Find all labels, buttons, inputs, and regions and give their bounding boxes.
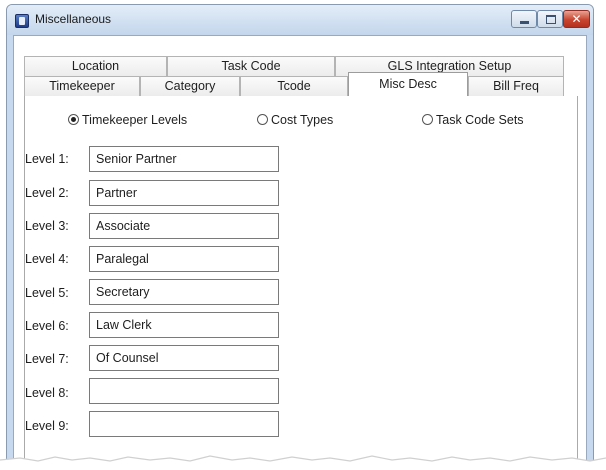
level-6-label: Level 6: — [25, 319, 69, 333]
level-8-label: Level 8: — [25, 386, 69, 400]
level-8-input[interactable] — [89, 378, 279, 404]
tab-timekeeper[interactable]: Timekeeper — [24, 76, 140, 96]
level-2-input[interactable]: Partner — [89, 180, 279, 206]
level-6-input[interactable]: Law Clerk — [89, 312, 279, 338]
level-4-label: Level 4: — [25, 252, 69, 266]
radio-timekeeper-levels[interactable]: Timekeeper Levels — [68, 112, 218, 128]
level-1-input[interactable]: Senior Partner — [89, 146, 279, 172]
tab-bill-freq[interactable]: Bill Freq — [468, 76, 564, 96]
tab-misc-desc[interactable]: Misc Desc — [348, 72, 468, 96]
level-1-label: Level 1: — [25, 152, 69, 166]
level-7-label: Level 7: — [25, 352, 69, 366]
level-7-input[interactable]: Of Counsel — [89, 345, 279, 371]
tab-location[interactable]: Location — [24, 56, 167, 76]
level-3-label: Level 3: — [25, 219, 69, 233]
level-4-input[interactable]: Paralegal — [89, 246, 279, 272]
level-9-input[interactable] — [89, 411, 279, 437]
radio-label: Timekeeper Levels — [82, 113, 188, 127]
level-2-label: Level 2: — [25, 186, 69, 200]
radio-label: Task Code Sets — [436, 113, 524, 127]
radio-task-code-sets[interactable]: Task Code Sets — [422, 112, 542, 128]
level-5-input[interactable]: Secretary — [89, 279, 279, 305]
radio-label: Cost Types — [271, 113, 334, 127]
level-5-label: Level 5: — [25, 286, 69, 300]
level-9-label: Level 9: — [25, 419, 69, 433]
level-3-input[interactable]: Associate — [89, 213, 279, 239]
radio-cost-types[interactable]: Cost Types — [257, 112, 357, 128]
torn-edge-decoration — [0, 455, 606, 470]
radio-selected-icon — [68, 114, 79, 125]
tab-task-code[interactable]: Task Code — [167, 56, 335, 76]
radio-unselected-icon — [422, 114, 433, 125]
radio-unselected-icon — [257, 114, 268, 125]
tab-category[interactable]: Category — [140, 76, 240, 96]
tab-tcode[interactable]: Tcode — [240, 76, 348, 96]
